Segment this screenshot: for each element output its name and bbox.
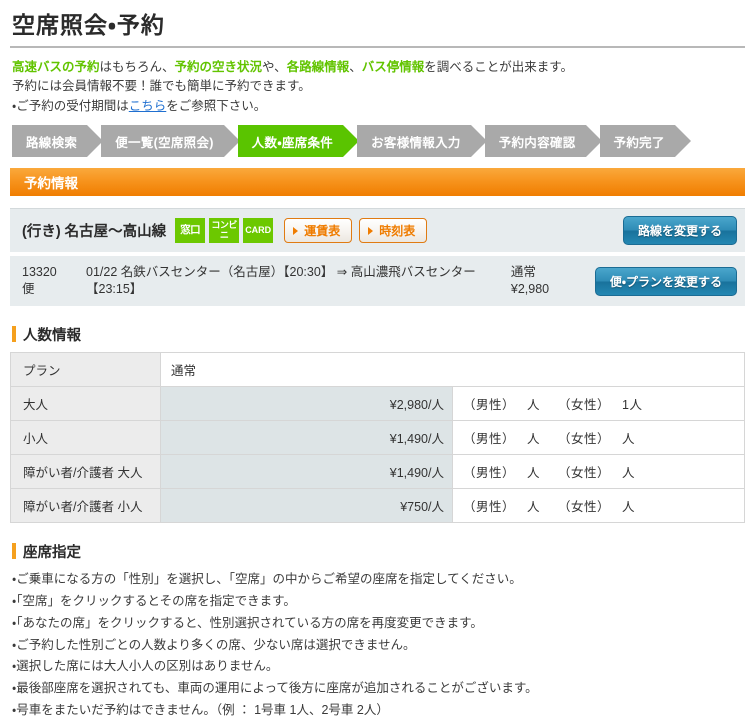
table-row: 障がい者/介護者 小人 ¥750/人 （男性） 人 （女性） 人 xyxy=(10,487,745,523)
step-route-search[interactable]: 路線検索 xyxy=(12,125,104,158)
female-label: （女性） xyxy=(558,431,611,446)
passenger-section-heading: 人数情報 xyxy=(12,324,755,345)
bus-detail-line1: 01/22 名鉄バスセンター（名古屋）【20:30】 ⇒ 高山濃飛バスセンター xyxy=(86,265,476,280)
triangle-right-icon xyxy=(368,226,374,235)
table-row: 障がい者/介護者 大人 ¥1,490/人 （男性） 人 （女性） 人 xyxy=(10,453,745,489)
male-label: （男性） xyxy=(463,397,516,412)
bus-number-line1: 13320 xyxy=(22,265,57,280)
list-item: ・「空席」をクリックするとその席を指定できます。 xyxy=(12,593,296,608)
step-confirm[interactable]: 予約内容確認 xyxy=(484,125,602,158)
female-count: 1人 xyxy=(622,397,643,412)
intro-text-3: 、 xyxy=(349,60,362,74)
bus-detail-line2: 【23:15】 xyxy=(86,282,143,296)
reception-period-link[interactable]: こちら xyxy=(129,99,167,113)
reservation-info-bar: 予約情報 xyxy=(10,168,745,197)
intro-highlight-routes: 各路線情報 xyxy=(286,60,350,74)
seat-section-title: 座席指定 xyxy=(23,544,81,561)
change-route-button[interactable]: 路線を変更する xyxy=(622,216,737,246)
passenger-section-title: 人数情報 xyxy=(23,327,81,344)
plan-value: 通常 xyxy=(160,351,745,387)
step-complete[interactable]: 予約完了 xyxy=(599,125,691,158)
intro-text-4: を調べることが出来ます。 xyxy=(424,60,573,74)
triangle-right-icon xyxy=(293,226,299,235)
intro-text-5: ・ご予約の受付期間は xyxy=(12,98,129,113)
window-badge: 窓口 xyxy=(175,218,206,244)
male-count: 人 xyxy=(527,397,541,412)
bus-fare-label: 通常 xyxy=(510,265,536,280)
intro-highlight-busstop: バス停情報 xyxy=(361,60,425,74)
bus-fare-amount: ¥2,980 xyxy=(510,282,550,296)
section-marker-icon xyxy=(12,326,16,343)
table-header-row: プラン 通常 xyxy=(10,351,745,387)
route-name: (行き) 名古屋～高山線 xyxy=(22,224,167,241)
seat-section-heading: 座席指定 xyxy=(12,541,755,562)
row-gender-disabled-adult[interactable]: （男性） 人 （女性） 人 xyxy=(452,453,745,489)
row-price-child: ¥1,490/人 xyxy=(160,419,453,455)
female-count: 人 xyxy=(622,431,636,446)
fare-table-button[interactable]: 運賃表 xyxy=(284,218,353,244)
list-item: ・ご乗車になる方の「性別」を選択し、「空席」の中からご希望の座席を指定してくださ… xyxy=(12,571,522,586)
timetable-button[interactable]: 時刻表 xyxy=(359,218,428,244)
male-label: （男性） xyxy=(463,499,516,514)
list-item: ・選択した席には大人小人の区別はありません。 xyxy=(12,659,279,674)
female-count: 人 xyxy=(622,465,636,480)
bus-number-line2: 便 xyxy=(22,282,35,296)
row-gender-adult[interactable]: （男性） 人 （女性） 1人 xyxy=(452,385,745,421)
convenience-store-badge: コンビニ xyxy=(209,218,240,244)
list-item: ・「あなたの席」をクリックすると、性別選択されている方の席を再度変更できます。 xyxy=(12,615,483,630)
male-count: 人 xyxy=(527,465,541,480)
row-price-disabled-child: ¥750/人 xyxy=(160,487,453,523)
seat-instructions-list: ・ご乗車になる方の「性別」を選択し、「空席」の中からご希望の座席を指定してくださ… xyxy=(12,569,743,722)
step-customer-info[interactable]: お客様情報入力 xyxy=(357,125,487,158)
row-category-disabled-child: 障がい者/介護者 小人 xyxy=(10,487,161,523)
row-price-adult: ¥2,980/人 xyxy=(160,385,453,421)
male-label: （男性） xyxy=(463,431,516,446)
intro-text-1: はもちろん、 xyxy=(99,60,175,74)
intro-highlight-availability: 予約の空き状況 xyxy=(174,60,263,74)
intro-highlight-reservation: 高速バスの予約 xyxy=(12,60,100,74)
male-count: 人 xyxy=(527,431,541,446)
list-item: ・ご予約した性別ごとの人数より多くの席、少ない席は選択できません。 xyxy=(12,637,416,652)
male-count: 人 xyxy=(527,499,541,514)
row-category-adult: 大人 xyxy=(10,385,161,421)
change-plan-button[interactable]: 便・プランを変更する xyxy=(594,266,737,296)
bus-number: 13320 便 xyxy=(22,264,86,298)
card-badge: CARD xyxy=(243,218,274,244)
female-label: （女性） xyxy=(558,397,611,412)
intro-text-6: をご参照下さい。 xyxy=(166,98,267,113)
intro-text-2: や、 xyxy=(262,60,287,74)
female-count: 人 xyxy=(622,499,636,514)
female-label: （女性） xyxy=(558,499,611,514)
fare-table-label: 運賃表 xyxy=(304,224,341,239)
row-gender-disabled-child[interactable]: （男性） 人 （女性） 人 xyxy=(452,487,745,523)
female-label: （女性） xyxy=(558,465,611,480)
passenger-count-table: プラン 通常 大人 ¥2,980/人 （男性） 人 （女性） 1人 小人 ¥1,490… xyxy=(10,351,745,523)
intro-line-1: 高速バスの予約はもちろん、予約の空き状況や、各路線情報、バス停情報を調べることが… xyxy=(12,58,743,77)
intro-text: 高速バスの予約はもちろん、予約の空き状況や、各路線情報、バス停情報を調べることが… xyxy=(0,48,755,116)
step-passenger-seat[interactable]: 人数・座席条件 xyxy=(237,125,360,158)
row-price-disabled-adult: ¥1,490/人 xyxy=(160,453,453,489)
page-title: 空席照会・予約 xyxy=(12,12,165,38)
route-header-row: (行き) 名古屋～高山線 窓口 コンビニ CARD 運賃表 時刻表 路線を変更す… xyxy=(10,208,745,253)
section-marker-icon xyxy=(12,543,16,560)
step-bus-list[interactable]: 便一覧(空席照会) xyxy=(101,125,240,158)
step-navigation: 路線検索 便一覧(空席照会) 人数・座席条件 お客様情報入力 予約内容確認 予約… xyxy=(12,125,755,158)
intro-line-2: 予約には会員情報不要！誰でも簡単に予約できます。 xyxy=(12,79,311,94)
row-gender-child[interactable]: （男性） 人 （女性） 人 xyxy=(452,419,745,455)
bus-route-detail: 01/22 名鉄バスセンター（名古屋）【20:30】 ⇒ 高山濃飛バスセンター … xyxy=(86,264,511,298)
list-item: ・最後部座席を選択されても、車両の運用によって後方に座席が追加されることがござい… xyxy=(12,681,538,696)
intro-line-3: ・ご予約の受付期間はこちらをご参照下さい。 xyxy=(12,97,743,116)
plan-header: プラン xyxy=(10,351,161,387)
male-label: （男性） xyxy=(463,465,516,480)
list-item: ・号車をまたいだ予約はできません。（例 ： 1号車 1人、2号車 2人） xyxy=(12,703,389,718)
table-row: 小人 ¥1,490/人 （男性） 人 （女性） 人 xyxy=(10,419,745,455)
row-category-disabled-adult: 障がい者/介護者 大人 xyxy=(10,453,161,489)
bus-fare: 通常 ¥2,980 xyxy=(511,264,595,298)
row-category-child: 小人 xyxy=(10,419,161,455)
reservation-panel: (行き) 名古屋～高山線 窓口 コンビニ CARD 運賃表 時刻表 路線を変更す… xyxy=(10,208,745,306)
timetable-label: 時刻表 xyxy=(379,224,416,239)
bus-detail-row: 13320 便 01/22 名鉄バスセンター（名古屋）【20:30】 ⇒ 高山濃… xyxy=(10,256,745,306)
table-row: 大人 ¥2,980/人 （男性） 人 （女性） 1人 xyxy=(10,385,745,421)
